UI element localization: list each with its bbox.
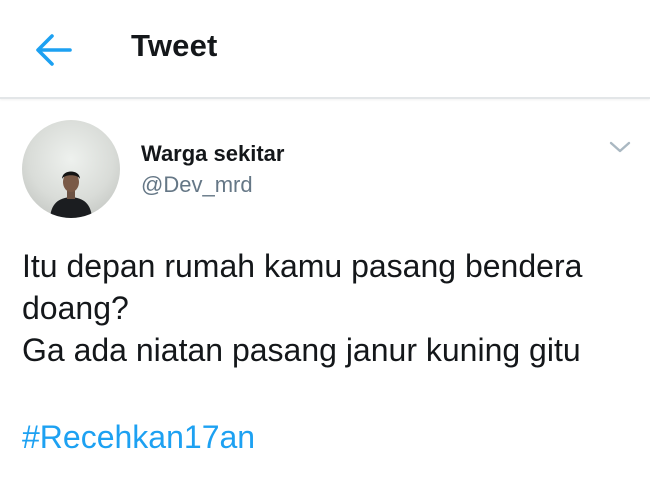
profile-photo xyxy=(50,171,92,218)
top-app-bar: Tweet xyxy=(0,0,650,99)
author-display-name[interactable]: Warga sekitar xyxy=(141,141,284,167)
arrow-left-icon xyxy=(36,34,72,66)
back-button[interactable] xyxy=(30,30,74,70)
chevron-down-icon xyxy=(609,141,631,153)
tweet-detail-screen: Tweet Warga sekitar @Dev_mrd Itu depan r… xyxy=(0,0,650,502)
tweet-text: Itu depan rumah kamu pasang bendera doan… xyxy=(22,245,632,371)
hashtag-link[interactable]: #Recehkan17an xyxy=(22,416,255,458)
page-title: Tweet xyxy=(131,28,218,63)
author-handle[interactable]: @Dev_mrd xyxy=(141,172,253,198)
tweet-menu-button[interactable] xyxy=(608,138,632,156)
tweet-text-line: doang? xyxy=(22,290,129,326)
avatar[interactable] xyxy=(22,120,120,218)
tweet-text-line: Itu depan rumah kamu pasang bendera xyxy=(22,248,583,284)
tweet-text-line: Ga ada niatan pasang janur kuning gitu xyxy=(22,332,581,368)
